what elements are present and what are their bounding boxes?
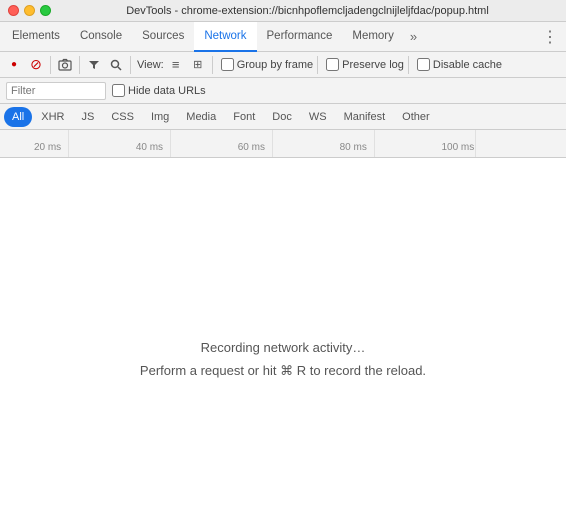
filter-button[interactable] bbox=[84, 55, 104, 75]
preserve-log-checkbox[interactable] bbox=[326, 58, 339, 71]
type-tabs: All XHR JS CSS Img Media Font Doc WS Man… bbox=[0, 104, 566, 130]
hide-data-urls-group: Hide data URLs bbox=[112, 84, 206, 97]
disable-cache-checkbox[interactable] bbox=[417, 58, 430, 71]
preserve-log-label[interactable]: Preserve log bbox=[326, 58, 404, 71]
type-tab-doc[interactable]: Doc bbox=[264, 107, 300, 127]
main-content: Recording network activity… Perform a re… bbox=[0, 158, 566, 520]
toolbar-separator-3 bbox=[130, 56, 131, 74]
hide-data-urls-label[interactable]: Hide data URLs bbox=[112, 84, 206, 97]
group-by-frame-checkbox[interactable] bbox=[221, 58, 234, 71]
toolbar-separator-5 bbox=[317, 56, 318, 74]
type-tab-ws[interactable]: WS bbox=[301, 107, 335, 127]
title-bar: DevTools - chrome-extension://bicnhpofle… bbox=[0, 0, 566, 22]
tab-sources[interactable]: Sources bbox=[132, 22, 194, 52]
table-view-button[interactable]: ⊞ bbox=[188, 55, 208, 75]
type-tab-manifest[interactable]: Manifest bbox=[336, 107, 394, 127]
traffic-lights bbox=[8, 5, 51, 16]
capture-screenshot-button[interactable] bbox=[55, 55, 75, 75]
tab-memory[interactable]: Memory bbox=[342, 22, 404, 52]
window-title: DevTools - chrome-extension://bicnhpofle… bbox=[57, 5, 558, 17]
type-tab-media[interactable]: Media bbox=[178, 107, 224, 127]
toolbar-separator-2 bbox=[79, 56, 80, 74]
toolbar-separator-4 bbox=[212, 56, 213, 74]
devtools-menu-button[interactable]: ⋮ bbox=[536, 22, 564, 52]
type-tab-xhr[interactable]: XHR bbox=[33, 107, 72, 127]
minimize-button[interactable] bbox=[24, 5, 35, 16]
group-by-frame-group: Group by frame bbox=[221, 58, 313, 71]
type-tab-css[interactable]: CSS bbox=[103, 107, 142, 127]
close-button[interactable] bbox=[8, 5, 19, 16]
toolbar-separator-1 bbox=[50, 56, 51, 74]
toolbar-separator-6 bbox=[408, 56, 409, 74]
timeline-marker-100ms: 100 ms bbox=[441, 142, 474, 153]
more-tabs-button[interactable]: » bbox=[404, 22, 423, 52]
list-view-button[interactable]: ≡ bbox=[166, 55, 186, 75]
group-by-frame-label[interactable]: Group by frame bbox=[221, 58, 313, 71]
filter-row: Hide data URLs bbox=[0, 78, 566, 104]
timeline-marker-40ms: 40 ms bbox=[136, 142, 163, 153]
timeline-markers: 20 ms 40 ms 60 ms 80 ms 100 ms bbox=[0, 130, 566, 157]
recording-message: Recording network activity… Perform a re… bbox=[140, 336, 426, 383]
type-tab-other[interactable]: Other bbox=[394, 107, 438, 127]
type-tab-font[interactable]: Font bbox=[225, 107, 263, 127]
timeline-header: 20 ms 40 ms 60 ms 80 ms 100 ms bbox=[0, 130, 566, 158]
preserve-log-group: Preserve log bbox=[326, 58, 404, 71]
timeline-marker-60ms: 60 ms bbox=[238, 142, 265, 153]
main-nav: Elements Console Sources Network Perform… bbox=[0, 22, 566, 52]
clear-button[interactable]: ⊘ bbox=[26, 55, 46, 75]
recording-hint-text: Perform a request or hit ⌘ R to record t… bbox=[140, 359, 426, 382]
search-button[interactable] bbox=[106, 55, 126, 75]
type-tab-img[interactable]: Img bbox=[143, 107, 177, 127]
tab-console[interactable]: Console bbox=[70, 22, 132, 52]
type-tab-js[interactable]: JS bbox=[73, 107, 102, 127]
tab-performance[interactable]: Performance bbox=[257, 22, 343, 52]
record-button[interactable]: ● bbox=[4, 55, 24, 75]
timeline-marker-20ms: 20 ms bbox=[34, 142, 61, 153]
maximize-button[interactable] bbox=[40, 5, 51, 16]
hide-data-urls-checkbox[interactable] bbox=[112, 84, 125, 97]
recording-activity-text: Recording network activity… bbox=[140, 336, 426, 359]
disable-cache-group: Disable cache bbox=[417, 58, 502, 71]
filter-input[interactable] bbox=[6, 82, 106, 100]
type-tab-all[interactable]: All bbox=[4, 107, 32, 127]
view-label: View: bbox=[137, 59, 164, 71]
tab-network[interactable]: Network bbox=[194, 22, 256, 52]
disable-cache-label[interactable]: Disable cache bbox=[417, 58, 502, 71]
network-toolbar: ● ⊘ View: ≡ ⊞ Group by frame Preserve bbox=[0, 52, 566, 78]
tab-elements[interactable]: Elements bbox=[2, 22, 70, 52]
timeline-marker-80ms: 80 ms bbox=[340, 142, 367, 153]
